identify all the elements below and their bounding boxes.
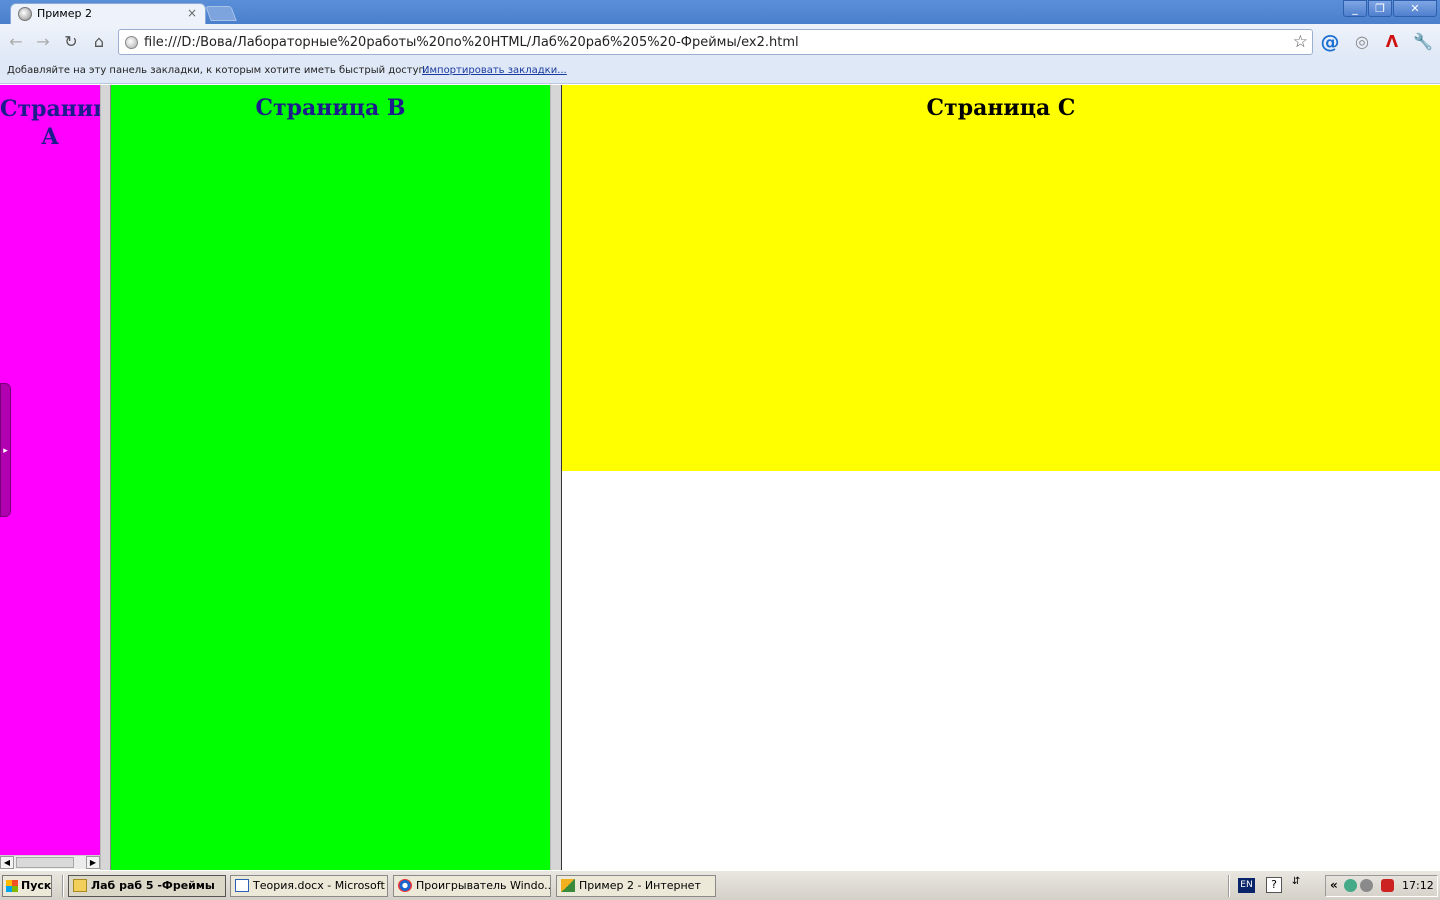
taskbar-item-folder[interactable]: Лаб раб 5 -Фреймы: [68, 875, 226, 897]
bluetooth-icon[interactable]: [1381, 879, 1394, 892]
acrobat-extension-icon[interactable]: ᐱ: [1382, 32, 1402, 52]
reload-icon[interactable]: ↻: [61, 32, 81, 52]
show-hidden-icons-icon[interactable]: «: [1330, 878, 1338, 892]
home-icon[interactable]: ⌂: [89, 32, 109, 52]
bookmarks-hint: Добавляйте на эту панель закладки, к кот…: [7, 65, 429, 76]
system-tray: « 17:12: [1325, 875, 1438, 897]
tab-title: Пример 2: [37, 7, 92, 20]
windows-logo-icon: [6, 880, 18, 892]
taskbar-item-media-player[interactable]: Проигрыватель Windo...: [393, 875, 551, 897]
mail-extension-icon[interactable]: @: [1320, 32, 1340, 52]
search-extension-icon[interactable]: ◎: [1352, 32, 1372, 52]
frame-c-heading: Страница C: [926, 95, 1076, 121]
import-bookmarks-link[interactable]: Импортировать закладки...: [422, 65, 567, 76]
globe-icon: [18, 7, 32, 21]
taskbar-item-word[interactable]: Теория.docx - Microsoft ...: [230, 875, 388, 897]
restore-button[interactable]: ❐: [1368, 0, 1392, 17]
bookmarks-bar: Добавляйте на эту панель закладки, к кот…: [0, 60, 1440, 84]
frame-splitter-ab[interactable]: [100, 85, 111, 870]
language-indicator[interactable]: EN: [1238, 878, 1255, 893]
scroll-right-arrow-icon[interactable]: ▶: [86, 856, 100, 869]
media-player-icon: [398, 879, 412, 892]
taskbar: Пуск Лаб раб 5 -Фреймы Теория.docx - Mic…: [0, 870, 1440, 900]
scroll-left-arrow-icon[interactable]: ◀: [0, 856, 14, 869]
frame-splitter-bc[interactable]: [550, 85, 562, 870]
frame-b-heading: Страница B: [255, 95, 406, 121]
address-url[interactable]: file:///D:/Вова/Лабораторные%20работы%20…: [144, 35, 799, 50]
help-icon[interactable]: ?: [1266, 877, 1282, 893]
taskbar-separator: [62, 875, 64, 897]
browser-toolbar: ← → ↻ ⌂ file:///D:/Вова/Лабораторные%20р…: [0, 24, 1440, 60]
frame-d: [562, 471, 1440, 870]
frame-c: Страница C: [562, 85, 1440, 471]
wrench-icon[interactable]: 🔧: [1413, 32, 1433, 52]
side-panel-toggle[interactable]: ▸: [0, 383, 11, 517]
taskbar-item-label: Проигрыватель Windo...: [416, 879, 551, 892]
taskbar-separator: [1228, 875, 1230, 897]
title-bar: Пример 2 × _ ❐ ✕: [0, 0, 1440, 24]
taskbar-item-label: Теория.docx - Microsoft ...: [253, 879, 388, 892]
clock[interactable]: 17:12: [1402, 879, 1434, 892]
close-window-button[interactable]: ✕: [1393, 0, 1437, 17]
antivirus-icon[interactable]: [1360, 879, 1373, 892]
scrollbar-thumb[interactable]: [16, 857, 74, 868]
frame-a-heading: Страница A: [0, 96, 100, 150]
word-icon: [235, 879, 249, 892]
tab-close-icon[interactable]: ×: [187, 6, 197, 20]
bookmark-star-icon[interactable]: ☆: [1293, 32, 1308, 52]
start-button[interactable]: Пуск: [2, 875, 52, 897]
taskbar-item-browser[interactable]: Пример 2 - Интернет: [556, 875, 716, 897]
folder-icon: [73, 879, 87, 892]
forward-icon[interactable]: →: [33, 32, 53, 52]
address-bar[interactable]: file:///D:/Вова/Лабораторные%20работы%20…: [118, 29, 1313, 55]
frame-a-horizontal-scrollbar[interactable]: ◀ ▶: [0, 855, 100, 869]
taskbar-item-label: Лаб раб 5 -Фреймы: [91, 879, 215, 892]
minimize-button[interactable]: _: [1343, 0, 1367, 17]
network-icon[interactable]: [1344, 879, 1357, 892]
start-label: Пуск: [21, 879, 52, 892]
frame-b: Страница B: [111, 85, 550, 870]
browser-icon: [561, 879, 575, 892]
back-icon[interactable]: ←: [6, 32, 26, 52]
taskbar-item-label: Пример 2 - Интернет: [579, 879, 701, 892]
page-info-icon[interactable]: [125, 36, 138, 49]
frame-a: Страница A: [0, 85, 100, 855]
new-tab-button[interactable]: [205, 6, 237, 21]
tray-options-icon[interactable]: ⇵: [1292, 876, 1300, 887]
tab-primer-2[interactable]: Пример 2 ×: [10, 3, 206, 24]
